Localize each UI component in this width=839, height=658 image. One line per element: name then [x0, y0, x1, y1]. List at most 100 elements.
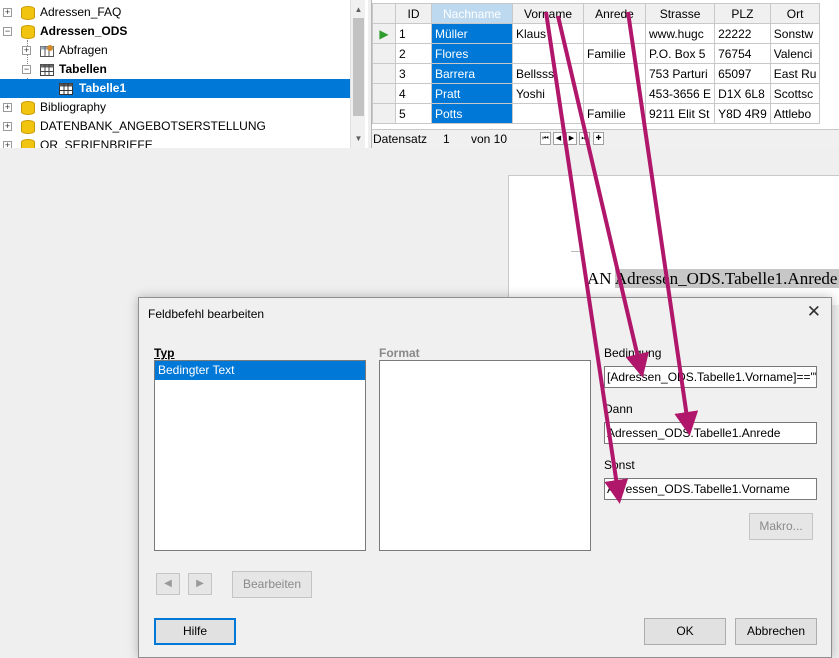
row-header[interactable]	[372, 103, 396, 124]
scroll-up-icon[interactable]: ▲	[351, 2, 366, 17]
column-header-anrede[interactable]: Anrede	[583, 3, 646, 24]
table-cell[interactable]: 4	[395, 83, 432, 104]
tree-item-adressen-faq[interactable]: + Adressen_FAQ	[0, 3, 350, 22]
table-row[interactable]: 5 Potts Familie 9211 Elit St Y8D 4R9 Att…	[372, 103, 821, 124]
table-cell[interactable]: Y8D 4R9	[714, 103, 771, 124]
expand-toggle[interactable]: +	[22, 46, 31, 55]
first-record-icon[interactable]: ⏮	[540, 132, 551, 145]
table-cell[interactable]: Barrera	[431, 63, 513, 84]
cancel-button[interactable]: Abbrechen	[735, 618, 817, 645]
scroll-down-icon[interactable]: ▼	[351, 131, 366, 146]
tree-item-tabelle1[interactable]: Tabelle1	[0, 79, 350, 98]
column-header-plz[interactable]: PLZ	[714, 3, 771, 24]
table-cell[interactable]: 22222	[714, 23, 771, 44]
expand-toggle[interactable]: +	[3, 141, 12, 148]
tree-item-adressen-ods[interactable]: − Adressen_ODS	[0, 22, 350, 41]
table-cell[interactable]: Flores	[431, 43, 513, 64]
expand-toggle[interactable]: +	[3, 122, 12, 131]
table-cell[interactable]: Klaus	[512, 23, 584, 44]
table-row[interactable]: 2 Flores Familie P.O. Box 5 76754 Valenc…	[372, 43, 821, 64]
table-cell[interactable]: Yoshi	[512, 83, 584, 104]
tree-item-datenbank-angebotserstellung[interactable]: + DATENBANK_ANGEBOTSERSTELLUNG	[0, 117, 350, 136]
else-input[interactable]: Adressen_ODS.Tabelle1.Vorname	[604, 478, 817, 500]
collapse-toggle[interactable]: −	[3, 27, 12, 36]
table-cell[interactable]: Familie	[583, 103, 646, 124]
table-cell[interactable]: Familie	[583, 43, 646, 64]
table-cell[interactable]	[512, 103, 584, 124]
format-list[interactable]	[379, 360, 591, 551]
current-row-icon[interactable]: ▶	[372, 23, 396, 44]
then-input[interactable]: Adressen_ODS.Tabelle1.Anrede	[604, 422, 817, 444]
table-cell[interactable]: 9211 Elit St	[644, 103, 716, 124]
document-page[interactable]: AN Adressen_ODS.Tabelle1.Anrede <N	[508, 175, 839, 305]
last-record-icon[interactable]: ⏭	[579, 132, 590, 145]
table-cell[interactable]: 3	[395, 63, 432, 84]
table-cell[interactable]: 76754	[714, 43, 771, 64]
scrollbar-thumb[interactable]	[353, 18, 364, 116]
table-cell[interactable]: Bellsss	[512, 63, 584, 84]
table-cell[interactable]: 753 Parturi	[644, 63, 716, 84]
next-arrow-icon[interactable]: ▶	[188, 573, 212, 595]
column-header-id[interactable]: ID	[395, 3, 432, 24]
table-cell[interactable]: Sonstw	[769, 23, 821, 44]
collapse-toggle[interactable]: −	[22, 65, 31, 74]
table-cell[interactable]: 453-3656 E	[644, 83, 716, 104]
row-header-corner[interactable]	[372, 3, 396, 24]
table-cell[interactable]: Müller	[431, 23, 513, 44]
table-cell[interactable]: D1X 6L8	[714, 83, 771, 104]
datasource-tree[interactable]: + Adressen_FAQ − Adressen_ODS + Abfragen…	[0, 0, 368, 148]
table-cell[interactable]: www.hugc	[644, 23, 716, 44]
table-cell[interactable]	[512, 43, 584, 64]
table-cell[interactable]	[583, 23, 646, 44]
ok-button[interactable]: OK	[644, 618, 726, 645]
previous-arrow-icon[interactable]: ◀	[156, 573, 180, 595]
condition-label: Bedingung	[604, 346, 662, 360]
table-cell[interactable]: Attlebo	[769, 103, 821, 124]
row-header[interactable]	[372, 83, 396, 104]
data-grid[interactable]: ID Nachname Vorname Anrede Strasse PLZ O…	[371, 0, 839, 148]
row-header[interactable]	[372, 43, 396, 64]
record-number-field[interactable]: 1	[443, 130, 450, 148]
type-list[interactable]: Bedingter Text	[154, 360, 366, 551]
expand-toggle[interactable]: +	[3, 103, 12, 112]
edit-button[interactable]: Bearbeiten	[232, 571, 312, 598]
condition-input[interactable]: [Adressen_ODS.Tabelle1.Vorname]==""	[604, 366, 817, 388]
tree-item-abfragen[interactable]: + Abfragen	[0, 41, 350, 60]
table-row[interactable]: 3 Barrera Bellsss 753 Parturi 65097 East…	[372, 63, 821, 84]
table-cell[interactable]: Valenci	[769, 43, 821, 64]
table-cell[interactable]: Pratt	[431, 83, 513, 104]
close-icon[interactable]: ✕	[807, 303, 821, 321]
column-header-strasse[interactable]: Strasse	[644, 3, 716, 24]
table-row[interactable]: 4 Pratt Yoshi 453-3656 E D1X 6L8 Scottsc	[372, 83, 821, 104]
column-header-nachname[interactable]: Nachname	[431, 3, 513, 24]
table-cell[interactable]: 1	[395, 23, 432, 44]
expand-toggle[interactable]: +	[3, 8, 12, 17]
dialog-title: Feldbefehl bearbeiten	[148, 307, 265, 321]
table-cell[interactable]: P.O. Box 5	[644, 43, 716, 64]
tree-scrollbar[interactable]: ▲ ▼	[350, 0, 365, 148]
table-cell[interactable]	[583, 83, 646, 104]
table-icon	[59, 82, 73, 96]
column-header-ort[interactable]: Ort	[769, 3, 821, 24]
table-cell[interactable]: 2	[395, 43, 432, 64]
tree-item-tabellen[interactable]: − Tabellen	[0, 60, 350, 79]
column-header-vorname[interactable]: Vorname	[512, 3, 584, 24]
conditional-field[interactable]: Adressen_ODS.Tabelle1.Anrede	[614, 269, 838, 288]
table-cell[interactable]: Potts	[431, 103, 513, 124]
list-item[interactable]: Bedingter Text	[155, 361, 365, 380]
table-cell[interactable]: Scottsc	[769, 83, 821, 104]
next-record-icon[interactable]: ▶	[566, 132, 577, 145]
macro-button[interactable]: Makro...	[749, 513, 813, 540]
tree-item-bibliography[interactable]: + Bibliography	[0, 98, 350, 117]
table-cell[interactable]: East Ru	[769, 63, 821, 84]
new-record-icon[interactable]: ✚	[593, 132, 604, 145]
table-cell[interactable]: 65097	[714, 63, 771, 84]
help-button[interactable]: Hilfe	[154, 618, 236, 645]
table-row[interactable]: ▶ 1 Müller Klaus www.hugc 22222 Sonstw	[372, 23, 821, 44]
tree-item-or-serienbriefe[interactable]: + OR_SERIENBRIEFE	[0, 136, 350, 148]
row-header[interactable]	[372, 63, 396, 84]
record-count: von 10	[471, 132, 508, 146]
table-cell[interactable]	[583, 63, 646, 84]
table-cell[interactable]: 5	[395, 103, 432, 124]
previous-record-icon[interactable]: ◀	[553, 132, 564, 145]
